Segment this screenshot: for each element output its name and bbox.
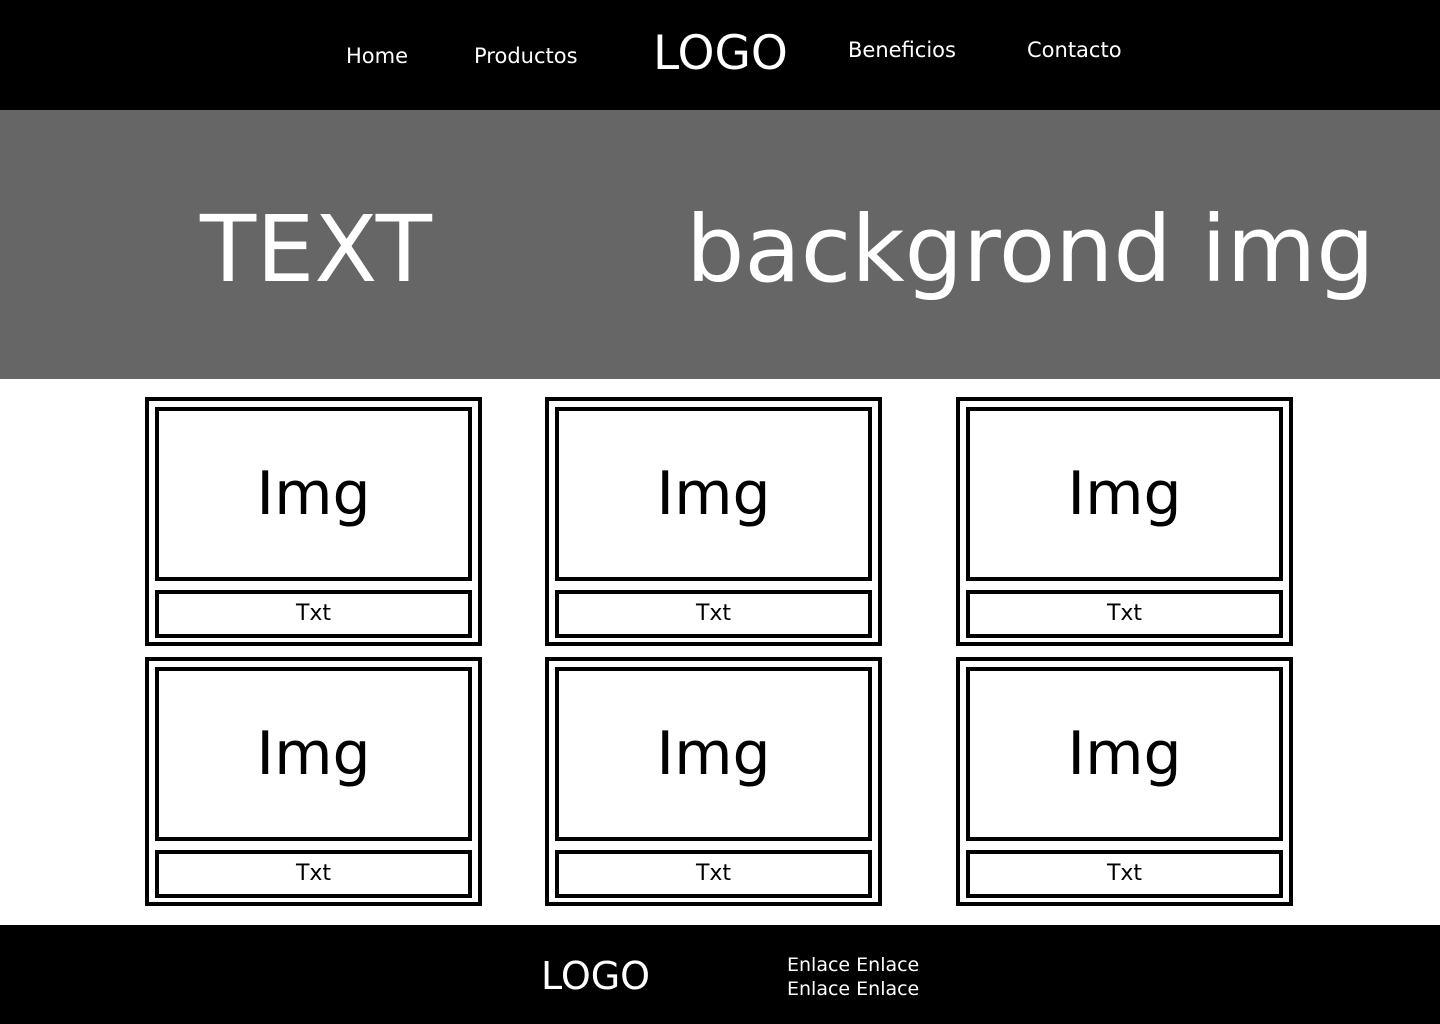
product-image-placeholder: Img: [155, 407, 472, 581]
header: Home Productos LOGO Beneficios Contacto: [0, 0, 1440, 110]
product-card[interactable]: Img Txt: [545, 657, 882, 906]
product-text: Txt: [555, 590, 872, 638]
hero-banner: TEXT backgrond img: [0, 110, 1440, 379]
product-image-placeholder: Img: [555, 667, 872, 841]
product-text: Txt: [555, 850, 872, 898]
product-image-placeholder: Img: [155, 667, 472, 841]
product-card[interactable]: Img Txt: [145, 657, 482, 906]
nav-link-productos[interactable]: Productos: [474, 46, 578, 67]
footer-link[interactable]: Enlace Enlace: [787, 953, 919, 977]
nav-link-home[interactable]: Home: [346, 46, 408, 67]
product-card[interactable]: Img Txt: [956, 397, 1293, 646]
product-text: Txt: [966, 590, 1283, 638]
footer-link[interactable]: Enlace Enlace: [787, 977, 919, 1001]
product-text: Txt: [155, 590, 472, 638]
product-text: Txt: [966, 850, 1283, 898]
header-logo[interactable]: LOGO: [653, 30, 788, 77]
product-card[interactable]: Img Txt: [545, 397, 882, 646]
hero-text: TEXT: [200, 196, 432, 303]
footer-links: Enlace Enlace Enlace Enlace: [787, 953, 919, 1001]
nav-link-beneficios[interactable]: Beneficios: [848, 40, 956, 61]
product-card[interactable]: Img Txt: [956, 657, 1293, 906]
footer-logo[interactable]: LOGO: [541, 957, 650, 995]
product-text: Txt: [155, 850, 472, 898]
hero-background-image-placeholder: backgrond img: [686, 196, 1375, 303]
product-image-placeholder: Img: [966, 667, 1283, 841]
nav-link-contacto[interactable]: Contacto: [1027, 40, 1122, 61]
product-image-placeholder: Img: [966, 407, 1283, 581]
product-card[interactable]: Img Txt: [145, 397, 482, 646]
footer: LOGO Enlace Enlace Enlace Enlace: [0, 925, 1440, 1024]
product-image-placeholder: Img: [555, 407, 872, 581]
